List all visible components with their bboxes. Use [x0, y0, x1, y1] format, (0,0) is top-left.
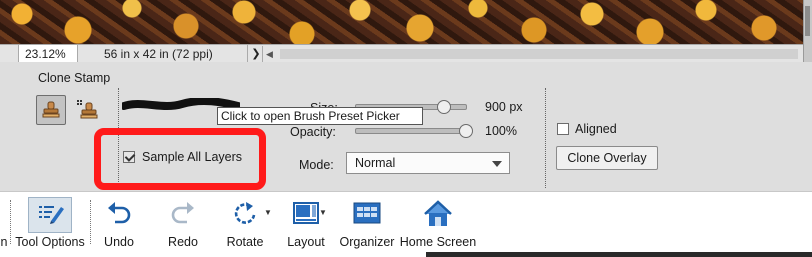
image-canvas[interactable] [0, 0, 803, 44]
clone-overlay-button[interactable]: Clone Overlay [556, 146, 658, 170]
window-bottom-edge [0, 250, 812, 257]
home-screen-button[interactable]: Home Screen [398, 192, 478, 251]
organizer-label: Organizer [339, 235, 395, 249]
rotate-icon [234, 202, 256, 224]
mode-select-value: Normal [355, 156, 396, 170]
home-icon [424, 200, 452, 226]
separator [545, 88, 546, 188]
brush-preset-tooltip: Click to open Brush Preset Picker [217, 107, 423, 125]
rotate-label: Rotate [226, 235, 264, 249]
document-size: 56 in x 42 in (72 ppi) [82, 45, 248, 63]
pattern-stamp-icon [77, 100, 98, 119]
undo-icon [108, 202, 131, 224]
size-value: 900 px [485, 100, 523, 114]
mode-select[interactable]: Normal [346, 152, 510, 174]
mode-label: Mode: [299, 158, 334, 172]
status-bar: 23.12% 56 in x 42 in (72 ppi) ❯ ◀ [0, 44, 803, 64]
separator [10, 200, 11, 244]
chevron-down-icon [492, 161, 502, 167]
rotate-button[interactable]: Rotate [222, 192, 268, 251]
status-menu-arrow[interactable]: ❯ [250, 46, 263, 62]
dark-panel-edge [426, 252, 812, 257]
opacity-value: 100% [485, 124, 517, 138]
undo-button[interactable]: Undo [96, 192, 142, 251]
rotate-dropdown-icon[interactable]: ▼ [264, 208, 272, 217]
aligned-checkbox[interactable] [557, 123, 569, 135]
opacity-label: Opacity: [290, 125, 336, 139]
clone-stamp-icon [42, 101, 60, 118]
layout-button[interactable]: Layout [282, 192, 330, 251]
layout-dropdown-icon[interactable]: ▼ [319, 208, 327, 217]
vertical-scrollbar-thumb[interactable] [805, 6, 810, 36]
scroll-left-icon[interactable]: ◀ [266, 46, 276, 62]
home-screen-label: Home Screen [399, 235, 477, 249]
vertical-scrollbar[interactable] [803, 0, 812, 62]
tool-options-icon [39, 206, 64, 224]
tool-name: Clone Stamp [38, 71, 111, 85]
redo-label: Redo [168, 235, 198, 249]
redo-icon [171, 202, 194, 224]
opacity-slider-knob[interactable] [459, 124, 473, 138]
pattern-stamp-tool-button[interactable] [72, 95, 102, 125]
aligned-label[interactable]: Aligned [575, 122, 617, 136]
layout-label: Layout [287, 235, 325, 249]
organizer-icon [353, 202, 381, 224]
separator [90, 200, 91, 244]
tool-options-button[interactable]: Tool Options [12, 192, 88, 251]
opacity-slider[interactable] [355, 128, 467, 134]
clone-stamp-tool-button[interactable] [36, 95, 66, 125]
highlight-annotation [94, 128, 266, 190]
size-slider-knob[interactable] [437, 100, 451, 114]
horizontal-scrollbar[interactable] [280, 49, 798, 59]
taskbar-partial-label: n [0, 235, 8, 249]
taskbar-partial-item[interactable]: n [0, 192, 8, 251]
layout-icon [293, 202, 319, 224]
tool-options-panel: Clone Stamp Size: 900 px Opacity: 100% M… [0, 62, 812, 191]
task-bar: n Tool Options Undo Redo Rotate ▼ Layout… [0, 191, 812, 251]
redo-button[interactable]: Redo [160, 192, 206, 251]
undo-label: Undo [104, 235, 134, 249]
tool-options-label: Tool Options [15, 235, 85, 249]
organizer-button[interactable]: Organizer [336, 192, 398, 251]
zoom-field[interactable]: 23.12% [18, 45, 78, 63]
